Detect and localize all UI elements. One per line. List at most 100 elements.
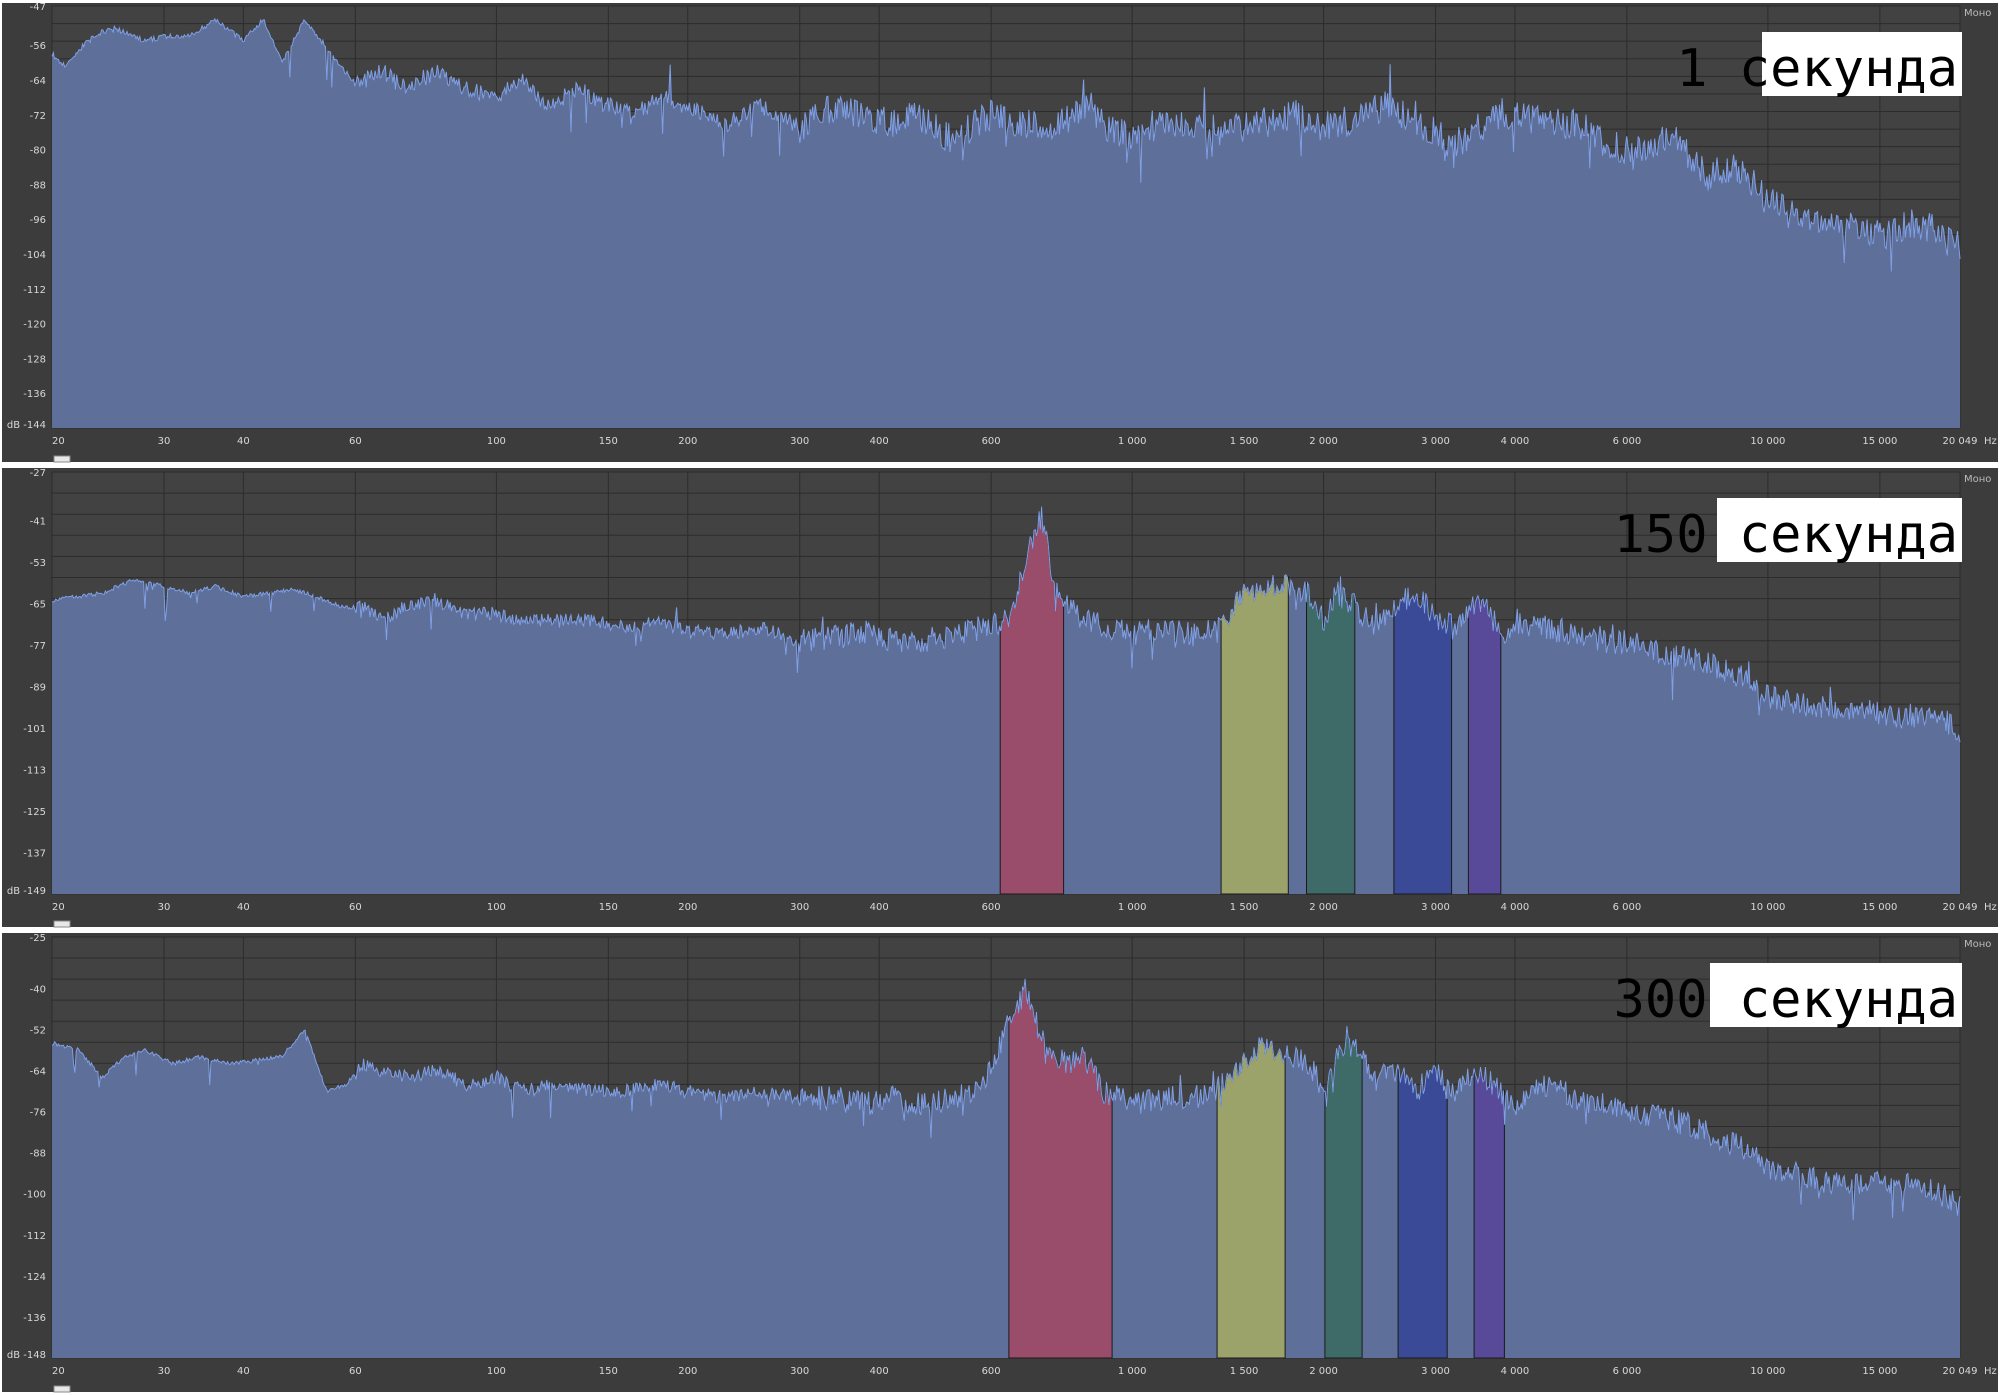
x-tick-label: 20: [52, 902, 65, 913]
x-tick-label: 3 000: [1421, 436, 1450, 447]
x-tick-label: 3 000: [1421, 1366, 1450, 1377]
x-tick-label: 20 049: [1943, 1366, 1978, 1377]
y-tick-label: -112: [23, 1231, 46, 1242]
highlight-band-2: [1220, 574, 1289, 895]
x-tick-label: 40: [237, 1366, 250, 1377]
x-tick-label: 20 049: [1943, 436, 1978, 447]
x-tick-label: 200: [678, 1366, 697, 1377]
panel-title: 300 секунда: [1614, 970, 1958, 1030]
x-tick-label: 20: [52, 1366, 65, 1377]
y-tick-label: -128: [23, 354, 46, 365]
x-tick-label: 6 000: [1613, 902, 1642, 913]
y-tick-label: dB -148: [7, 1350, 46, 1361]
y-tick-label: -25: [30, 933, 46, 944]
highlight-band-3: [1306, 576, 1356, 895]
spectrum-panel-1s: -47 -56 -64 -72 -80 -88 -96 -104 -112 -120 -128 -13…: [0, 0, 2000, 1395]
x-tick-label: 300: [790, 902, 809, 913]
x-axis-unit: Hz: [1984, 1366, 1997, 1377]
x-tick-label: 150: [599, 1366, 618, 1377]
y-tick-label: -137: [23, 848, 46, 859]
x-tick-label: 4 000: [1501, 1366, 1530, 1377]
x-tick-label: 20 049: [1943, 902, 1978, 913]
x-tick-label: 2 000: [1309, 1366, 1338, 1377]
y-tick-label: -77: [30, 641, 46, 652]
channel-label: Моно: [1964, 8, 1991, 19]
x-tick-label: 10 000: [1750, 1366, 1785, 1377]
x-tick-label: 10 000: [1750, 902, 1785, 913]
x-tick-label: 30: [158, 1366, 171, 1377]
y-tick-label: -64: [30, 76, 46, 87]
x-tick-label: 2 000: [1309, 902, 1338, 913]
channel-label: Моно: [1964, 474, 1991, 485]
x-tick-label: 400: [870, 902, 889, 913]
scroll-handle[interactable]: [53, 1385, 71, 1393]
y-tick-label: -40: [30, 984, 46, 995]
y-tick-label: -89: [30, 682, 46, 693]
y-tick-label: -96: [30, 215, 46, 226]
y-tick-label: -47: [30, 2, 46, 13]
highlight-band-4: [1393, 587, 1453, 895]
highlight-band-5: [1473, 1066, 1505, 1359]
x-tick-label: 150: [599, 436, 618, 447]
y-tick-label: -88: [30, 180, 46, 191]
x-tick-label: 2 000: [1309, 436, 1338, 447]
x-tick-label: 150: [599, 902, 618, 913]
y-tick-label: -136: [23, 389, 46, 400]
spectrum-analyzer-window: -47 -56 -64 -72 -80 -88 -96 -104 -112 -120 -128 -13…: [0, 0, 2000, 1395]
y-tick-label: -113: [23, 765, 46, 776]
highlight-band-5: [1467, 594, 1502, 895]
x-tick-label: 15 000: [1862, 436, 1897, 447]
x-tick-label: 15 000: [1862, 1366, 1897, 1377]
y-tick-label: -56: [30, 41, 46, 52]
x-tick-label: 60: [349, 436, 362, 447]
y-tick-label: -101: [23, 724, 46, 735]
y-tick-label: -112: [23, 285, 46, 296]
panel-title: 1 секунда: [1676, 39, 1958, 99]
x-tick-label: 600: [982, 1366, 1001, 1377]
x-axis-unit: Hz: [1984, 902, 1997, 913]
x-tick-label: 1 500: [1230, 1366, 1259, 1377]
x-tick-label: 30: [158, 436, 171, 447]
x-tick-label: 4 000: [1501, 902, 1530, 913]
y-tick-label: -100: [23, 1190, 46, 1201]
scroll-handle[interactable]: [53, 920, 71, 928]
y-tick-label: -64: [30, 1066, 46, 1077]
highlight-band-4: [1397, 1064, 1448, 1359]
x-tick-label: 600: [982, 902, 1001, 913]
y-tick-label: -53: [30, 558, 46, 569]
x-tick-label: 30: [158, 902, 171, 913]
x-tick-label: 3 000: [1421, 902, 1450, 913]
x-tick-label: 1 500: [1230, 436, 1259, 447]
x-tick-label: 6 000: [1613, 1366, 1642, 1377]
x-tick-label: 100: [487, 902, 506, 913]
y-tick-label: -76: [30, 1108, 46, 1119]
y-tick-label: -41: [30, 516, 46, 527]
y-tick-label: -80: [30, 146, 46, 157]
x-tick-label: 300: [790, 436, 809, 447]
x-tick-label: 20: [52, 436, 65, 447]
y-tick-label: -104: [23, 250, 46, 261]
x-tick-label: 60: [349, 902, 362, 913]
y-tick-label: -52: [30, 1025, 46, 1036]
y-tick-label: -136: [23, 1313, 46, 1324]
x-tick-label: 1 000: [1118, 436, 1147, 447]
x-tick-label: 1 500: [1230, 902, 1259, 913]
x-tick-label: 1 000: [1118, 902, 1147, 913]
x-tick-label: 300: [790, 1366, 809, 1377]
highlight-band-3: [1324, 1026, 1363, 1359]
x-axis-unit: Hz: [1984, 436, 1997, 447]
highlight-band-2: [1216, 1037, 1286, 1359]
x-tick-label: 1 000: [1118, 1366, 1147, 1377]
y-tick-label: -124: [23, 1272, 46, 1283]
x-tick-label: 200: [678, 436, 697, 447]
y-tick-label: -27: [30, 468, 46, 479]
scroll-handle[interactable]: [53, 455, 71, 463]
y-tick-label: -88: [30, 1149, 46, 1160]
y-tick-label: -65: [30, 599, 46, 610]
x-tick-label: 6 000: [1613, 436, 1642, 447]
x-tick-label: 40: [237, 902, 250, 913]
x-tick-label: 10 000: [1750, 436, 1785, 447]
channel-label: Моно: [1964, 939, 1991, 950]
y-tick-label: -72: [30, 111, 46, 122]
x-tick-label: 100: [487, 1366, 506, 1377]
